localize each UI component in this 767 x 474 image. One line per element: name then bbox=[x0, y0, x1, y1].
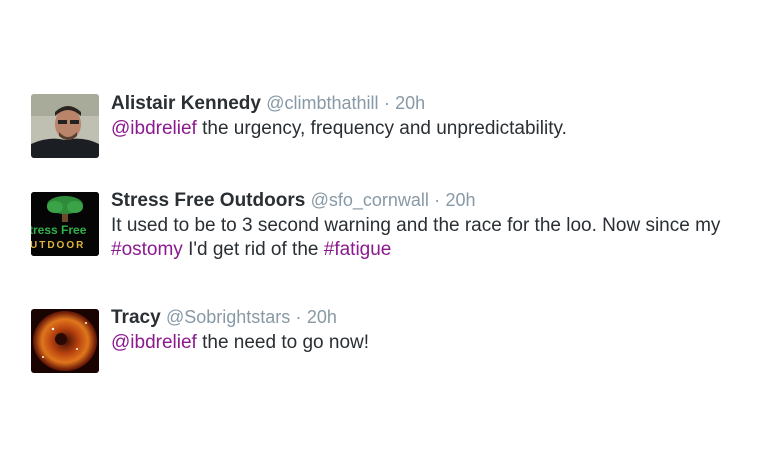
user-name[interactable]: Alistair Kennedy bbox=[111, 93, 261, 114]
timestamp[interactable]: 20h bbox=[445, 190, 475, 210]
avatar-text-bottom: UTDOOR bbox=[31, 240, 85, 251]
user-handle[interactable]: @Sobrightstars bbox=[166, 307, 290, 327]
user-name[interactable]: Tracy bbox=[111, 307, 161, 328]
mention-link[interactable]: @ibdrelief bbox=[111, 118, 197, 139]
avatar[interactable] bbox=[31, 309, 99, 373]
separator: · bbox=[434, 190, 441, 210]
mention-link[interactable]: @ibdrelief bbox=[111, 332, 197, 353]
user-name[interactable]: Stress Free Outdoors bbox=[111, 190, 305, 211]
tweet-body: the need to go now! bbox=[196, 332, 370, 353]
tweet-body-line1: It used to be to 3 second warning and th… bbox=[111, 215, 721, 236]
avatar[interactable]: tress Free UTDOOR bbox=[31, 192, 99, 256]
tweet-text: It used to be to 3 second warning and th… bbox=[111, 214, 759, 262]
hashtag-link[interactable]: #ostomy bbox=[111, 239, 183, 260]
timestamp[interactable]: 20h bbox=[395, 93, 425, 113]
avatar[interactable] bbox=[31, 94, 99, 158]
timestamp[interactable]: 20h bbox=[307, 307, 337, 327]
separator: · bbox=[295, 307, 302, 327]
hashtag-link[interactable]: #fatigue bbox=[324, 239, 392, 260]
tweet-text: @ibdrelief the need to go now! bbox=[111, 331, 759, 355]
separator: · bbox=[383, 93, 390, 113]
tweet-body: the urgency, frequency and unpredictabil… bbox=[196, 118, 567, 139]
user-handle[interactable]: @sfo_cornwall bbox=[311, 190, 429, 210]
tweet-text: @ibdrelief the urgency, frequency and un… bbox=[111, 117, 759, 141]
user-handle[interactable]: @climbthathill bbox=[266, 93, 378, 113]
avatar-text-top: tress Free bbox=[31, 223, 87, 237]
tweet-body-mid: I'd get rid of the bbox=[182, 239, 324, 260]
